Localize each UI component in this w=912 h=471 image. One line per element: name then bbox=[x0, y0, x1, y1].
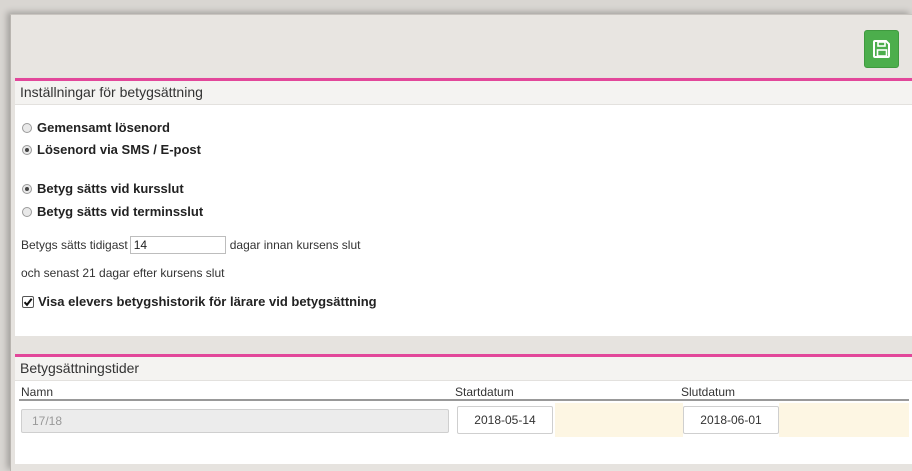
column-header-name: Namn bbox=[21, 385, 54, 399]
latest-days-text: och senast 21 dagar efter kursens slut bbox=[21, 266, 225, 280]
radio-sms-password[interactable]: Lösenord via SMS / E-post bbox=[21, 142, 201, 157]
radio-grade-course-end[interactable]: Betyg sätts vid kursslut bbox=[21, 181, 184, 196]
column-header-start: Startdatum bbox=[455, 385, 514, 399]
earliest-suffix-label: dagar innan kursens slut bbox=[229, 238, 361, 252]
grade-history-checkbox-row[interactable]: Visa elevers betygshistorik för lärare v… bbox=[21, 294, 377, 309]
start-cell-highlight bbox=[555, 403, 683, 437]
end-cell-highlight bbox=[779, 403, 909, 437]
settings-panel: Inställningar för betygsättning Gemensam… bbox=[15, 78, 912, 336]
radio-button[interactable] bbox=[22, 206, 32, 217]
table-header: Namn Startdatum Slutdatum bbox=[19, 383, 909, 401]
window-frame: Inställningar för betygsättning Gemensam… bbox=[10, 14, 912, 471]
latest-days-row: och senast 21 dagar efter kursens slut bbox=[21, 266, 224, 280]
start-date-input[interactable]: 2018-05-14 bbox=[457, 406, 553, 434]
radio-label: Betyg sätts vid kursslut bbox=[37, 181, 184, 196]
save-button[interactable] bbox=[864, 30, 899, 68]
grade-history-label: Visa elevers betygshistorik för lärare v… bbox=[38, 294, 377, 309]
radio-label: Lösenord via SMS / E-post bbox=[37, 142, 201, 157]
earliest-days-input[interactable] bbox=[129, 236, 226, 254]
row-name-field: 17/18 bbox=[21, 409, 449, 433]
radio-button[interactable] bbox=[22, 144, 32, 155]
end-date-input[interactable]: 2018-06-01 bbox=[683, 406, 779, 434]
earliest-prefix-label: Betygs sätts tidigast bbox=[21, 238, 128, 252]
settings-panel-title: Inställningar för betygsättning bbox=[15, 81, 912, 105]
column-header-end: Slutdatum bbox=[681, 385, 736, 399]
checkmark-icon bbox=[23, 297, 33, 306]
radio-button[interactable] bbox=[22, 183, 32, 194]
grading-times-panel: Betygsättningstider Namn Startdatum Slut… bbox=[15, 354, 912, 464]
radio-grade-term-end[interactable]: Betyg sätts vid terminsslut bbox=[21, 204, 203, 219]
floppy-disk-icon bbox=[872, 40, 890, 58]
radio-label: Gemensamt lösenord bbox=[37, 120, 170, 135]
grading-times-title: Betygsättningstider bbox=[15, 357, 912, 381]
earliest-days-row: Betygs sätts tidigast dagar innan kursen… bbox=[21, 236, 360, 254]
radio-label: Betyg sätts vid terminsslut bbox=[37, 204, 204, 219]
grade-history-checkbox[interactable] bbox=[22, 295, 34, 308]
radio-shared-password[interactable]: Gemensamt lösenord bbox=[21, 120, 170, 135]
toolbar bbox=[11, 15, 912, 77]
radio-button[interactable] bbox=[22, 122, 32, 133]
table-row: 17/18 2018-05-14 2018-06-01 bbox=[19, 403, 909, 437]
